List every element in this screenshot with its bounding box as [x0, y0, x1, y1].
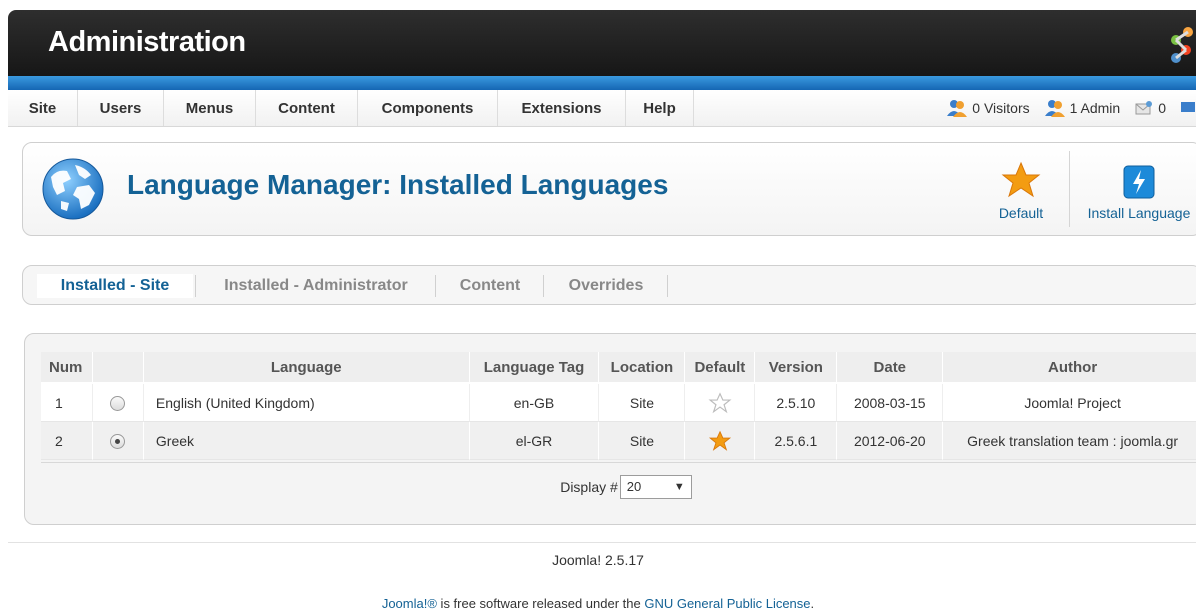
submenu-tabs: Installed - Site Installed - Administrat…: [22, 265, 1196, 305]
col-version[interactable]: Version: [755, 352, 838, 384]
row-version: 2.5.10: [755, 384, 838, 422]
col-default[interactable]: Default: [685, 352, 756, 384]
row-num: 2: [41, 422, 93, 460]
row-date: 2012-06-20: [837, 422, 944, 460]
table-row: 1 English (United Kingdom) en-GB Site 2.…: [41, 384, 1196, 422]
row-author: Greek translation team : joomla.gr: [943, 422, 1196, 460]
globe-icon: [42, 158, 104, 220]
tab-installed-site[interactable]: Installed - Site: [37, 274, 193, 298]
menu-users[interactable]: Users: [78, 90, 164, 126]
default-button[interactable]: Default: [989, 151, 1053, 227]
messages-status[interactable]: 0: [1134, 100, 1166, 116]
menu-extensions[interactable]: Extensions: [498, 90, 626, 126]
header-blue-strip: [8, 76, 1196, 90]
main-menu-bar: Site Users Menus Content Components Exte…: [8, 90, 1196, 127]
logout-status[interactable]: [1180, 101, 1196, 115]
default-button-label: Default: [998, 205, 1044, 221]
content-bottom-border: [8, 542, 1196, 543]
menu-components[interactable]: Components: [358, 90, 498, 126]
display-label: Display #: [560, 478, 618, 495]
col-location[interactable]: Location: [599, 352, 686, 384]
install-bolt-icon: [1123, 165, 1155, 199]
pagination-bar: Display # 20 ▼: [41, 462, 1196, 510]
row-date: 2008-03-15: [837, 384, 944, 422]
col-num[interactable]: Num: [41, 352, 93, 384]
display-limit-select[interactable]: 20 ▼: [619, 474, 692, 499]
page-title: Language Manager: Installed Languages: [127, 169, 669, 200]
joomla-logo-icon: [1171, 27, 1193, 63]
star-icon: [1001, 161, 1041, 198]
table-header-row: Num Language Language Tag Location Defau…: [41, 352, 1196, 384]
menu-help[interactable]: Help: [626, 90, 694, 126]
menu-site[interactable]: Site: [8, 90, 78, 126]
row-select-radio[interactable]: [110, 433, 126, 449]
license-text: is free software released under the: [436, 596, 645, 611]
admin-status[interactable]: 1 Admin: [1044, 99, 1121, 117]
col-select: [92, 352, 144, 384]
license-suffix: .: [810, 596, 815, 611]
tab-separator: [667, 275, 668, 297]
tab-installed-administrator[interactable]: Installed - Administrator: [203, 274, 429, 298]
messages-icon: [1135, 101, 1153, 115]
row-language: Greek: [143, 422, 470, 460]
row-location: Site: [599, 422, 686, 460]
menu-menus[interactable]: Menus: [164, 90, 256, 126]
display-limit-value: 20: [626, 479, 642, 494]
row-language: English (United Kingdom): [143, 384, 470, 422]
row-tag: en-GB: [469, 384, 600, 422]
row-author: Joomla! Project: [943, 384, 1196, 422]
tab-separator: [195, 275, 196, 297]
tab-separator: [543, 275, 544, 297]
admin-users-icon: [1044, 100, 1065, 117]
row-num: 1: [41, 384, 93, 422]
tab-content[interactable]: Content: [443, 274, 537, 298]
visitors-icon: [947, 100, 968, 117]
gpl-link[interactable]: GNU General Public License: [644, 596, 810, 611]
install-language-label: Install Language: [1087, 205, 1191, 221]
row-default-cell: [685, 422, 756, 460]
tab-overrides[interactable]: Overrides: [553, 274, 659, 298]
messages-count: 0: [1158, 100, 1166, 116]
dropdown-arrow-icon: ▼: [673, 480, 685, 493]
toolbar-box: Language Manager: Installed Languages De…: [22, 142, 1196, 236]
toolbar-separator: [1069, 151, 1070, 227]
row-version: 2.5.6.1: [755, 422, 838, 460]
joomla-link[interactable]: Joomla!®: [382, 596, 437, 611]
row-radio-cell: [92, 384, 144, 422]
admin-header: Administration: [8, 10, 1196, 90]
table-row: 2 Greek el-GR Site 2.5.6.1 2012-06-20 Gr…: [41, 422, 1196, 460]
admin-count: 1 Admin: [1069, 100, 1121, 116]
star-default-icon: [708, 430, 731, 451]
row-default-cell: [685, 384, 756, 422]
row-radio-cell: [92, 422, 144, 460]
version-footer: Joomla! 2.5.17: [552, 552, 644, 568]
header-title: Administration: [48, 26, 246, 58]
monitor-icon: [1181, 102, 1195, 112]
col-language[interactable]: Language: [143, 352, 470, 384]
col-language-tag[interactable]: Language Tag: [469, 352, 600, 384]
status-area: 0 Visitors 1 Admin 0: [932, 90, 1196, 126]
col-author[interactable]: Author: [943, 352, 1196, 384]
visitors-status[interactable]: 0 Visitors: [946, 99, 1030, 117]
col-date[interactable]: Date: [837, 352, 944, 384]
star-outline-icon[interactable]: [708, 391, 732, 414]
menu-content[interactable]: Content: [256, 90, 358, 126]
install-language-button[interactable]: Install Language: [1077, 151, 1196, 227]
visitors-count: 0 Visitors: [972, 100, 1030, 116]
tab-separator: [435, 275, 436, 297]
languages-panel: Num Language Language Tag Location Defau…: [24, 333, 1196, 525]
row-location: Site: [599, 384, 686, 422]
languages-table: Num Language Language Tag Location Defau…: [41, 352, 1196, 460]
row-select-radio[interactable]: [110, 395, 126, 411]
row-tag: el-GR: [469, 422, 600, 460]
license-footer: Joomla!® is free software released under…: [0, 596, 1196, 611]
